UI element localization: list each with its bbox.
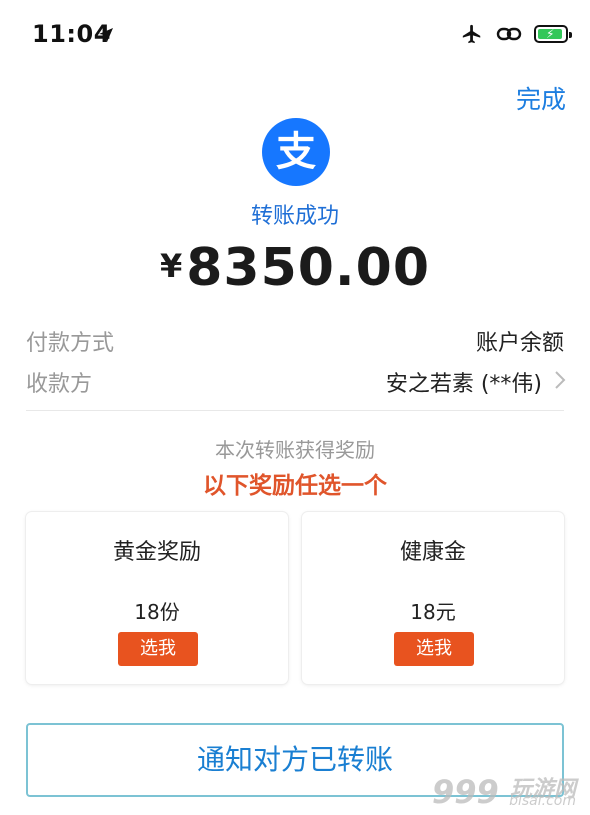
choose-gold-button[interactable]: 选我 (118, 632, 198, 666)
alipay-logo-icon: 支 (262, 118, 330, 186)
airplane-icon (462, 24, 481, 44)
status-icons: ⚡ (460, 23, 572, 45)
payment-method-label: 付款方式 (26, 331, 115, 356)
link-lock-icon (496, 27, 522, 41)
chevron-right-icon (555, 371, 566, 389)
currency-symbol: ¥ (159, 247, 183, 285)
reward-name: 黄金奖励 (112, 540, 201, 565)
payee-value: 安之若素 (**伟) (385, 372, 542, 397)
reward-card-health: 健康金 18元 选我 (302, 512, 564, 684)
watermark-domain: bisai.com (509, 793, 576, 809)
reward-name: 健康金 (399, 540, 466, 565)
battery-icon: ⚡ (534, 25, 572, 43)
done-button[interactable]: 完成 (516, 80, 566, 116)
reward-value: 18份 (134, 600, 180, 624)
amount-value: 8350.00 (186, 238, 431, 298)
alipay-logo-char: 支 (276, 129, 316, 175)
status-bar: 11:04 ⚡ (0, 0, 590, 70)
transfer-amount: ¥8350.00 (0, 238, 590, 298)
reward-value: 18元 (410, 600, 456, 624)
reward-card-gold: 黄金奖励 18份 选我 (26, 512, 288, 684)
reward-title: 本次转账获得奖励 (215, 438, 375, 462)
divider (26, 410, 564, 411)
payment-method-value: 账户余额 (475, 331, 564, 356)
payee-label: 收款方 (26, 372, 93, 397)
choose-health-button[interactable]: 选我 (394, 632, 474, 666)
payee-row[interactable]: 收款方 安之若素 (**伟) (26, 366, 566, 400)
reward-subtitle: 以下奖励任选一个 (203, 473, 387, 499)
transfer-status: 转账成功 (250, 204, 339, 229)
location-arrow-icon (99, 28, 113, 42)
payment-method-row: 付款方式 账户余额 (26, 325, 564, 359)
watermark-logo: 999 玩游网 bisai.com (432, 773, 582, 811)
watermark-number: 999 (432, 773, 499, 811)
